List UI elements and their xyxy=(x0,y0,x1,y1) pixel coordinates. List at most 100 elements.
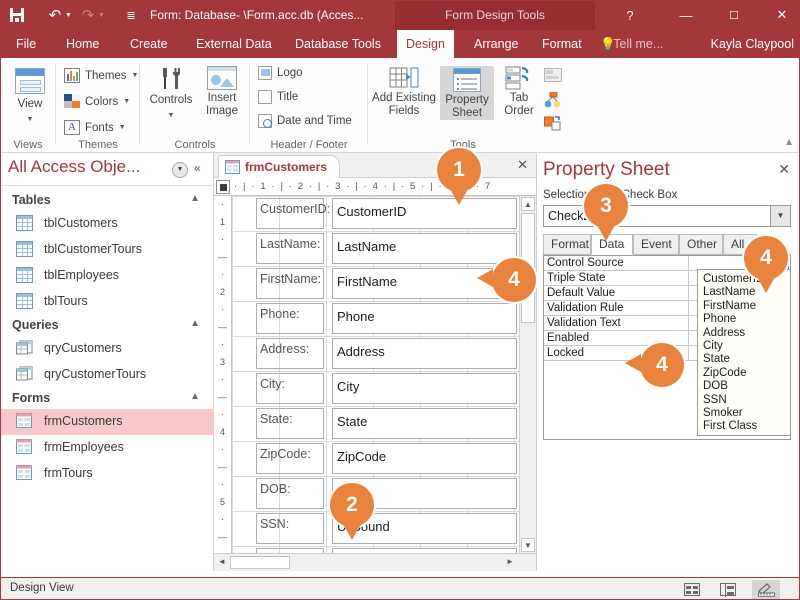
field-textbox[interactable]: State xyxy=(332,408,517,439)
tab-file[interactable]: File xyxy=(6,30,46,58)
design-view-button[interactable] xyxy=(752,580,780,599)
dropdown-option[interactable]: ZipCode xyxy=(703,367,790,380)
logo-button[interactable]: Logo xyxy=(258,66,303,80)
dropdown-option[interactable]: SSN xyxy=(703,394,790,407)
tab-order-button[interactable]: Tab Order xyxy=(496,66,542,118)
tab-format[interactable]: Format xyxy=(532,30,592,58)
subform-in-new-window-button[interactable] xyxy=(544,68,562,85)
scroll-right-icon[interactable]: ► xyxy=(503,556,517,569)
tab-other[interactable]: Other xyxy=(679,234,723,255)
chevron-down-icon[interactable]: ▼ xyxy=(172,162,188,178)
nav-item-qryCustomerTours[interactable]: qryCustomerTours xyxy=(0,362,214,388)
scroll-up-icon[interactable]: ▲ xyxy=(521,197,535,211)
field-textbox[interactable]: City xyxy=(332,373,517,404)
nav-item-tblCustomerTours[interactable]: tblCustomerTours xyxy=(0,237,214,263)
chevron-down-icon[interactable]: ▼ xyxy=(770,206,790,226)
form-field-row[interactable]: CustomerID: CustomerID xyxy=(232,196,519,231)
close-button[interactable]: ✕ xyxy=(760,0,800,30)
field-textbox[interactable]: LastName xyxy=(332,233,517,264)
dropdown-option[interactable]: City xyxy=(703,340,790,353)
insert-image-button[interactable]: Insert Image xyxy=(198,66,246,118)
chevron-up-icon[interactable]: ▲ xyxy=(190,318,200,329)
add-existing-fields-button[interactable]: Add Existing Fields xyxy=(370,66,438,118)
field-textbox[interactable]: Phone xyxy=(332,303,517,334)
tab-event[interactable]: Event xyxy=(633,234,679,255)
selected-control-combobox[interactable]: Check29 ▼ xyxy=(543,205,791,227)
dropdown-option[interactable]: Smoker xyxy=(703,407,790,420)
nav-group-forms[interactable]: Forms ▲ xyxy=(0,388,214,409)
field-textbox[interactable]: CustomerID xyxy=(332,198,517,229)
themes-button[interactable]: Themes ▼ xyxy=(64,68,138,83)
user-account-name[interactable]: Kayla Claypool xyxy=(711,30,794,58)
field-label[interactable]: SSN: xyxy=(256,513,324,544)
collapse-ribbon-icon[interactable]: ▲ xyxy=(784,137,794,148)
chevron-down-icon[interactable]: ▼ xyxy=(132,72,139,79)
tab-create[interactable]: Create xyxy=(120,30,178,58)
chevron-up-icon[interactable]: ▲ xyxy=(190,391,200,402)
field-label[interactable]: FirstName: xyxy=(256,268,324,299)
chevron-down-icon[interactable]: ▼ xyxy=(27,113,34,126)
form-canvas[interactable]: CustomerID: CustomerID LastName: LastNam… xyxy=(232,196,519,553)
nav-item-frmEmployees[interactable]: frmEmployees xyxy=(0,435,214,461)
scroll-down-icon[interactable]: ▼ xyxy=(521,538,535,552)
field-label[interactable]: DOB: xyxy=(256,478,324,509)
chevron-down-icon[interactable]: ▼ xyxy=(168,109,175,122)
property-sheet-button[interactable]: Property Sheet xyxy=(440,66,494,120)
tab-database-tools[interactable]: Database Tools xyxy=(285,30,391,58)
field-label[interactable]: CustomerID: xyxy=(256,198,330,229)
close-property-sheet-icon[interactable]: ✕ xyxy=(778,161,790,178)
tab-arrange[interactable]: Arrange xyxy=(464,30,528,58)
date-and-time-button[interactable]: Date and Time xyxy=(258,114,352,128)
nav-group-queries[interactable]: Queries ▲ xyxy=(0,315,214,336)
form-field-row[interactable]: State: State xyxy=(232,406,519,441)
fonts-button[interactable]: A Fonts ▼ xyxy=(64,120,126,135)
view-relationships-button[interactable] xyxy=(544,91,562,111)
dropdown-option[interactable]: State xyxy=(703,353,790,366)
form-field-row[interactable]: LastName: LastName xyxy=(232,231,519,266)
dropdown-option[interactable]: FirstName xyxy=(703,300,790,313)
customize-qat-button[interactable]: ≣ xyxy=(118,0,144,30)
redo-dropdown-icon[interactable]: ▼ xyxy=(98,12,108,19)
form-field-row[interactable]: FirstName: FirstName xyxy=(232,266,519,301)
form-field-row[interactable]: Address: Address xyxy=(232,336,519,371)
form-field-row[interactable]: DOB: DOB xyxy=(232,476,519,511)
field-textbox[interactable]: Address xyxy=(332,338,517,369)
nav-item-qryCustomers[interactable]: qryCustomers xyxy=(0,336,214,362)
field-label[interactable]: ZipCode: xyxy=(256,443,324,474)
horizontal-scroll-thumb[interactable] xyxy=(230,556,290,569)
nav-item-frmCustomers[interactable]: frmCustomers xyxy=(0,409,214,435)
nav-item-frmTours[interactable]: frmTours xyxy=(0,461,214,487)
convert-form-macros-button[interactable] xyxy=(544,116,562,134)
form-field-row[interactable]: City: City xyxy=(232,371,519,406)
field-label[interactable]: Phone: xyxy=(256,303,324,334)
form-field-row[interactable]: Smoker: Smoker xyxy=(232,546,519,553)
chevron-down-icon[interactable]: ▼ xyxy=(123,98,130,105)
save-button[interactable] xyxy=(4,0,30,30)
maximize-button[interactable]: ☐ xyxy=(712,0,756,30)
nav-item-tblTours[interactable]: tblTours xyxy=(0,289,214,315)
tell-me-box[interactable]: 💡 Tell me... xyxy=(600,30,663,58)
scroll-left-icon[interactable]: ◄ xyxy=(215,556,229,569)
colors-button[interactable]: Colors ▼ xyxy=(64,94,130,109)
collapse-pane-icon[interactable]: « xyxy=(194,161,201,175)
field-label[interactable]: LastName: xyxy=(256,233,324,264)
form-view-button[interactable] xyxy=(678,580,706,599)
chevron-up-icon[interactable]: ▲ xyxy=(190,193,200,204)
view-button[interactable]: View ▼ xyxy=(10,68,50,126)
chevron-down-icon[interactable]: ▼ xyxy=(119,124,126,131)
dropdown-option[interactable]: DOB xyxy=(703,380,790,393)
minimize-button[interactable]: — xyxy=(664,0,708,30)
form-field-row[interactable]: ZipCode: ZipCode xyxy=(232,441,519,476)
form-selector-button[interactable] xyxy=(216,180,230,194)
document-tab-frmCustomers[interactable]: frmCustomers xyxy=(218,155,341,178)
dropdown-option[interactable]: Address xyxy=(703,327,790,340)
layout-view-button[interactable] xyxy=(714,580,742,599)
control-source-dropdown-list[interactable]: CustomerID LastName FirstName Phone Addr… xyxy=(697,269,791,436)
dropdown-option[interactable]: LastName xyxy=(703,286,790,299)
form-field-row[interactable]: Phone: Phone xyxy=(232,301,519,336)
vertical-scrollbar[interactable]: ▲ ▼ xyxy=(519,196,536,553)
help-button[interactable]: ? xyxy=(608,0,652,30)
tab-external-data[interactable]: External Data xyxy=(186,30,282,58)
tab-home[interactable]: Home xyxy=(56,30,109,58)
dropdown-option[interactable]: Phone xyxy=(703,313,790,326)
